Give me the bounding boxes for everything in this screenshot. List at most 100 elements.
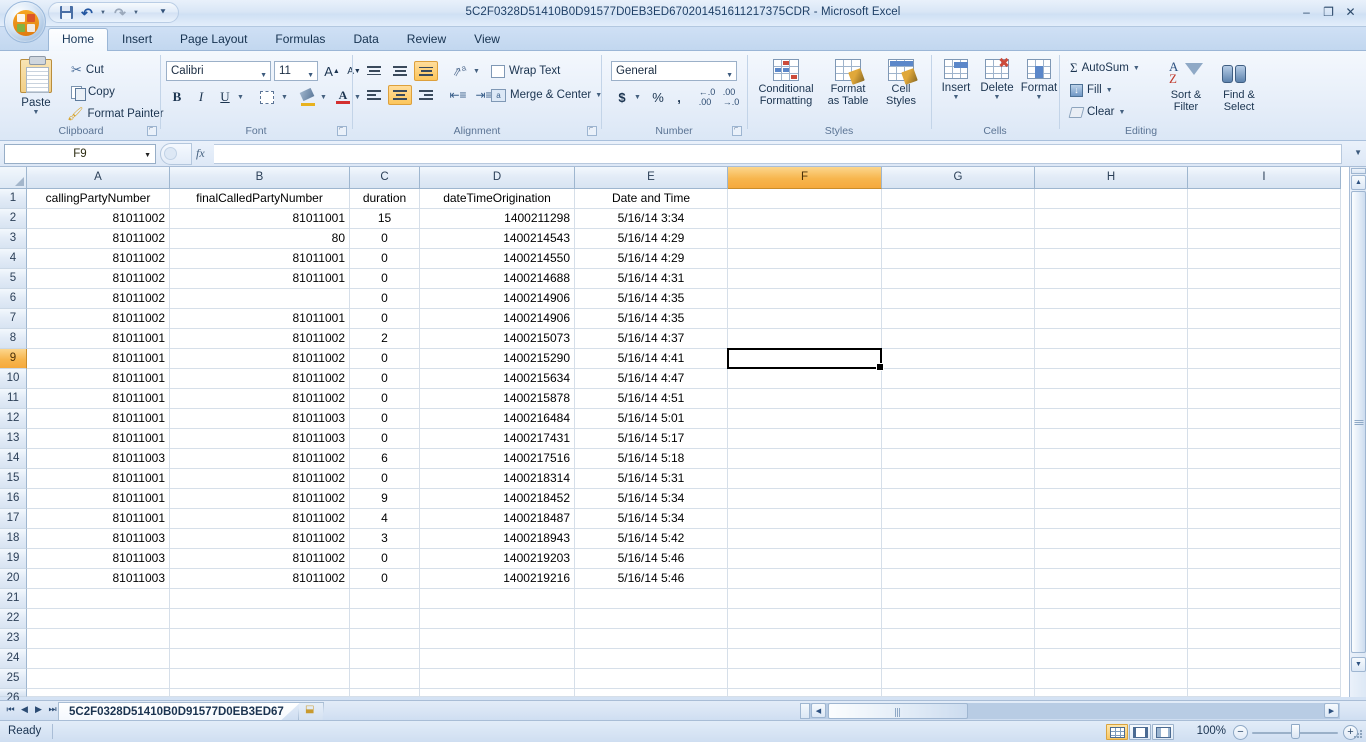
resize-grip-icon[interactable]: [1352, 728, 1364, 740]
previous-sheet-button[interactable]: ◀: [18, 704, 31, 715]
cell-E18[interactable]: 5/16/14 5:42: [575, 529, 728, 549]
cell-C16[interactable]: 9: [350, 489, 420, 509]
cell-E3[interactable]: 5/16/14 4:29: [575, 229, 728, 249]
cell-E2[interactable]: 5/16/14 3:34: [575, 209, 728, 229]
redo-dropdown[interactable]: ▼: [132, 4, 141, 21]
horizontal-scrollbar[interactable]: ◀ ▶: [800, 703, 1340, 719]
cell-G9[interactable]: [882, 349, 1035, 369]
cell-I3[interactable]: [1188, 229, 1341, 249]
delete-cells-button[interactable]: Delete ▼: [977, 57, 1017, 101]
cell-F21[interactable]: [728, 589, 882, 609]
cell-B24[interactable]: [170, 649, 350, 669]
cell-B22[interactable]: [170, 609, 350, 629]
row-header-17[interactable]: 17: [0, 509, 27, 529]
vertical-scrollbar[interactable]: ▲ ▼: [1349, 167, 1366, 697]
row-header-7[interactable]: 7: [0, 309, 27, 329]
cell-E17[interactable]: 5/16/14 5:34: [575, 509, 728, 529]
cell-G24[interactable]: [882, 649, 1035, 669]
cell-I12[interactable]: [1188, 409, 1341, 429]
cell-C9[interactable]: 0: [350, 349, 420, 369]
cell-H13[interactable]: [1035, 429, 1188, 449]
scroll-up-button[interactable]: ▲: [1351, 175, 1366, 190]
cell-B7[interactable]: 81011001: [170, 309, 350, 329]
cell-D20[interactable]: 1400219216: [420, 569, 575, 589]
font-color-button[interactable]: A: [332, 87, 354, 107]
office-button[interactable]: [4, 1, 46, 43]
cell-A17[interactable]: 81011001: [27, 509, 170, 529]
paste-button[interactable]: Paste ▼: [8, 56, 64, 116]
customize-qat-button[interactable]: ⯆: [154, 4, 172, 21]
zoom-slider-thumb[interactable]: [1291, 724, 1300, 739]
column-header-g[interactable]: G: [882, 167, 1035, 189]
copy-button[interactable]: Copy: [68, 83, 118, 101]
cell-F4[interactable]: [728, 249, 882, 269]
decrease-indent-button[interactable]: ⇤≡: [446, 85, 470, 105]
cell-I23[interactable]: [1188, 629, 1341, 649]
borders-button[interactable]: [254, 87, 280, 107]
cell-F13[interactable]: [728, 429, 882, 449]
cell-A10[interactable]: 81011001: [27, 369, 170, 389]
wrap-text-button[interactable]: Wrap Text: [488, 62, 563, 80]
cell-G10[interactable]: [882, 369, 1035, 389]
cell-D11[interactable]: 1400215878: [420, 389, 575, 409]
cell-I15[interactable]: [1188, 469, 1341, 489]
cell-G7[interactable]: [882, 309, 1035, 329]
cell-D6[interactable]: 1400214906: [420, 289, 575, 309]
cell-D16[interactable]: 1400218452: [420, 489, 575, 509]
cell-E22[interactable]: [575, 609, 728, 629]
fill-color-dropdown[interactable]: ▼: [319, 89, 328, 105]
cell-B2[interactable]: 81011001: [170, 209, 350, 229]
cell-F2[interactable]: [728, 209, 882, 229]
tab-page-layout[interactable]: Page Layout: [166, 28, 261, 51]
cell-B20[interactable]: 81011002: [170, 569, 350, 589]
alignment-dialog-launcher[interactable]: [587, 125, 597, 136]
cell-H2[interactable]: [1035, 209, 1188, 229]
cell-F7[interactable]: [728, 309, 882, 329]
cell-F17[interactable]: [728, 509, 882, 529]
name-box[interactable]: F9 ▼: [4, 144, 156, 164]
tab-review[interactable]: Review: [393, 28, 460, 51]
cell-styles-button[interactable]: Cell Styles: [877, 59, 925, 107]
cell-H24[interactable]: [1035, 649, 1188, 669]
cell-C17[interactable]: 4: [350, 509, 420, 529]
cell-B1[interactable]: finalCalledPartyNumber: [170, 189, 350, 209]
cell-E26[interactable]: [575, 689, 728, 697]
column-header-b[interactable]: B: [170, 167, 350, 189]
cell-G4[interactable]: [882, 249, 1035, 269]
align-middle-button[interactable]: [388, 61, 412, 81]
cell-D3[interactable]: 1400214543: [420, 229, 575, 249]
split-box-horizontal[interactable]: [800, 703, 810, 719]
cell-H21[interactable]: [1035, 589, 1188, 609]
tab-insert[interactable]: Insert: [108, 28, 166, 51]
row-header-2[interactable]: 2: [0, 209, 27, 229]
row-header-18[interactable]: 18: [0, 529, 27, 549]
cell-H12[interactable]: [1035, 409, 1188, 429]
accounting-format-button[interactable]: $: [611, 87, 633, 107]
cell-H25[interactable]: [1035, 669, 1188, 689]
cell-G21[interactable]: [882, 589, 1035, 609]
row-header-3[interactable]: 3: [0, 229, 27, 249]
cell-I1[interactable]: [1188, 189, 1341, 209]
column-header-i[interactable]: I: [1188, 167, 1341, 189]
row-header-10[interactable]: 10: [0, 369, 27, 389]
cell-E19[interactable]: 5/16/14 5:46: [575, 549, 728, 569]
cell-E12[interactable]: 5/16/14 5:01: [575, 409, 728, 429]
row-header-15[interactable]: 15: [0, 469, 27, 489]
tab-home[interactable]: Home: [48, 28, 109, 52]
cell-H15[interactable]: [1035, 469, 1188, 489]
cell-F8[interactable]: [728, 329, 882, 349]
align-bottom-button[interactable]: [414, 61, 438, 81]
cell-C25[interactable]: [350, 669, 420, 689]
cell-C19[interactable]: 0: [350, 549, 420, 569]
cell-H16[interactable]: [1035, 489, 1188, 509]
decrease-decimal-button[interactable]: .00 →.0: [719, 87, 743, 107]
cell-H10[interactable]: [1035, 369, 1188, 389]
cell-D24[interactable]: [420, 649, 575, 669]
cell-E11[interactable]: 5/16/14 4:51: [575, 389, 728, 409]
cell-H14[interactable]: [1035, 449, 1188, 469]
cell-A15[interactable]: 81011001: [27, 469, 170, 489]
cell-I10[interactable]: [1188, 369, 1341, 389]
row-header-21[interactable]: 21: [0, 589, 27, 609]
cell-F20[interactable]: [728, 569, 882, 589]
cell-E13[interactable]: 5/16/14 5:17: [575, 429, 728, 449]
